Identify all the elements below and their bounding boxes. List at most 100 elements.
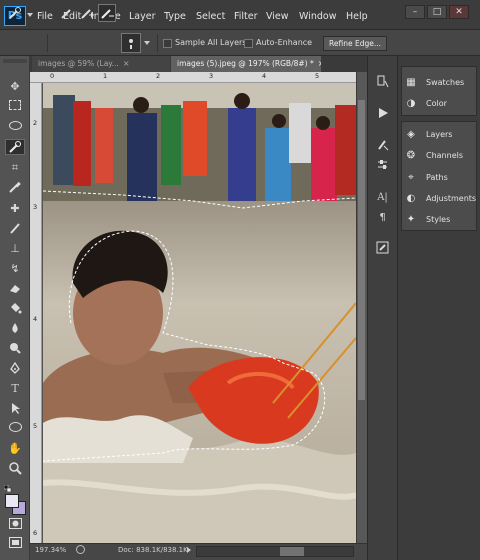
brush-tip-icon: [129, 39, 133, 49]
sample-all-layers-checkbox[interactable]: [163, 39, 172, 48]
move-tool-icon[interactable]: ✥: [5, 79, 25, 95]
ruler-label: 1: [103, 72, 108, 80]
ruler-label: 3: [209, 72, 214, 80]
tab-images-jpeg[interactable]: images @ 59% (Lay... ×: [32, 56, 170, 72]
horizontal-scrollbar[interactable]: [196, 546, 354, 557]
healing-brush-tool-icon[interactable]: ✚: [5, 201, 25, 217]
blur-tool-icon[interactable]: [5, 321, 25, 337]
adjustments-icon: ◐: [406, 193, 416, 204]
brush-mode-icon: [61, 9, 71, 19]
color-icon: ◑: [406, 98, 416, 109]
pen-tool-icon[interactable]: [5, 361, 25, 377]
actions-play-icon[interactable]: [374, 107, 391, 122]
tab-images-5-jpeg[interactable]: images (5).jpeg @ 197% (RGB/8#) * ×: [171, 56, 321, 72]
brush-size-picker[interactable]: [121, 33, 141, 53]
layers-icon: ◈: [407, 129, 415, 140]
shape-tool-icon[interactable]: [5, 421, 25, 437]
refine-edge-button[interactable]: Refine Edge...: [323, 36, 387, 51]
chevron-down-icon[interactable]: [27, 13, 33, 17]
subtract-from-selection-button[interactable]: [98, 4, 116, 22]
screen-mode-icon[interactable]: [5, 537, 25, 553]
panel-layers[interactable]: ◈ Layers: [404, 126, 452, 144]
dodge-tool-icon[interactable]: [5, 341, 25, 357]
styles-icon: ✦: [406, 214, 416, 225]
add-to-selection-button[interactable]: [78, 4, 96, 22]
swatches-icon: ▦: [406, 77, 416, 88]
marquee-tool-icon[interactable]: [5, 99, 25, 115]
panel-label: Styles: [426, 215, 451, 224]
default-colors-icon[interactable]: [3, 484, 12, 493]
auto-enhance-checkbox[interactable]: [244, 39, 253, 48]
menu-file[interactable]: File: [37, 11, 53, 22]
character-icon[interactable]: A|: [374, 190, 391, 205]
tools-panel-grip[interactable]: [3, 59, 27, 63]
document-size: Doc: 838.1K/838.1K: [118, 546, 188, 554]
quick-selection-tool-icon[interactable]: [5, 139, 25, 155]
panel-label: Adjustments: [426, 194, 477, 203]
ruler-label: 6: [33, 529, 38, 537]
menu-window[interactable]: Window: [299, 11, 336, 22]
divider: [157, 34, 158, 52]
brush-tool-icon[interactable]: [5, 221, 25, 237]
close-window-button[interactable]: ✕: [449, 5, 469, 19]
panel-paths[interactable]: ⌖ Paths: [404, 169, 448, 187]
panel-label: Color: [426, 99, 447, 108]
auto-enhance-label: Auto-Enhance: [256, 38, 313, 47]
ruler-label: 4: [33, 315, 38, 323]
panel-label: Channels: [426, 151, 464, 160]
vertical-ruler: 2 3 4 5 6: [30, 83, 42, 543]
quick-mask-icon[interactable]: [5, 518, 25, 534]
sample-all-layers-label: Sample All Layers: [175, 38, 247, 47]
zoom-level[interactable]: 197.34%: [35, 546, 66, 554]
type-tool-icon[interactable]: T: [5, 381, 25, 397]
panel-adjustments[interactable]: ◐ Adjustments: [404, 190, 476, 208]
menu-type[interactable]: Type: [164, 11, 186, 22]
tab-label: images @ 59% (Lay...: [38, 59, 119, 68]
horizontal-scroll-thumb[interactable]: [280, 547, 304, 556]
foreground-color-swatch[interactable]: [5, 494, 19, 508]
menu-filter[interactable]: Filter: [234, 11, 258, 22]
panel-label: Layers: [426, 130, 453, 139]
close-tab-icon[interactable]: ×: [123, 59, 130, 68]
clone-source-icon[interactable]: [374, 158, 391, 173]
panel-swatches[interactable]: ▦ Swatches: [404, 74, 464, 92]
chevron-right-icon[interactable]: [187, 547, 191, 553]
hand-tool-icon[interactable]: ✋: [5, 441, 25, 457]
brush-presets-icon[interactable]: [374, 138, 391, 153]
lasso-tool-icon[interactable]: [5, 119, 25, 135]
paragraph-icon[interactable]: ¶: [374, 210, 391, 225]
maximize-button[interactable]: □: [427, 5, 447, 19]
paths-icon: ⌖: [408, 172, 414, 183]
path-selection-tool-icon[interactable]: [5, 401, 25, 417]
menu-view[interactable]: View: [266, 11, 289, 22]
panel-styles[interactable]: ✦ Styles: [404, 211, 450, 229]
eyedropper-tool-icon[interactable]: [5, 180, 25, 196]
document-canvas[interactable]: [43, 83, 356, 543]
status-info-icon[interactable]: [76, 545, 85, 554]
zoom-tool-icon[interactable]: [5, 461, 25, 477]
clone-stamp-tool-icon[interactable]: ⊥: [5, 241, 25, 257]
panel-color[interactable]: ◑ Color: [404, 95, 447, 113]
divider: [47, 34, 48, 52]
chevron-down-icon[interactable]: [144, 41, 150, 45]
minimize-button[interactable]: –: [405, 5, 425, 19]
menu-select[interactable]: Select: [196, 11, 225, 22]
tool-presets-icon[interactable]: [374, 241, 391, 256]
menu-help[interactable]: Help: [346, 11, 368, 22]
vertical-scroll-thumb[interactable]: [358, 100, 365, 400]
new-selection-mode-button[interactable]: [58, 4, 76, 22]
horizontal-ruler: 0 1 2 3 4 5 6: [30, 72, 367, 83]
panel-channels[interactable]: ❂ Channels: [404, 147, 463, 165]
tab-label: images (5).jpeg @ 197% (RGB/8#) *: [177, 59, 314, 68]
brush-add-icon: [81, 9, 94, 19]
menu-layer[interactable]: Layer: [129, 11, 156, 22]
history-brush-tool-icon[interactable]: ↯: [5, 261, 25, 277]
history-icon[interactable]: [374, 75, 391, 90]
crop-tool-icon[interactable]: ⌗: [5, 160, 25, 176]
eraser-tool-icon[interactable]: [5, 281, 25, 297]
tool-preset-picker[interactable]: [6, 4, 24, 22]
paint-bucket-tool-icon[interactable]: [5, 301, 25, 317]
quick-selection-icon: [9, 7, 21, 19]
close-tab-icon[interactable]: ×: [318, 59, 321, 68]
ruler-label: 2: [33, 119, 38, 127]
